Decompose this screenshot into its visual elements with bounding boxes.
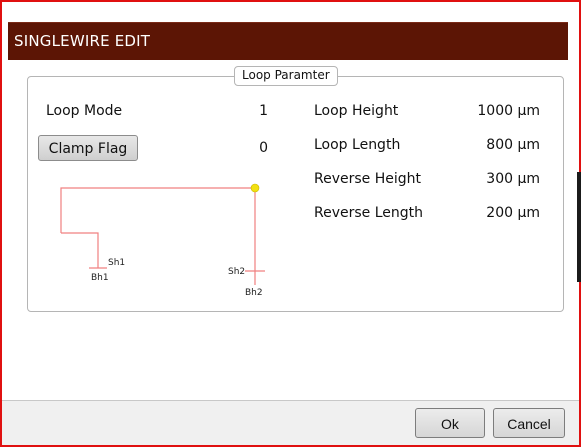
loop-length-label: Loop Length xyxy=(314,137,401,153)
loop-mode-label: Loop Mode xyxy=(46,103,123,119)
title-bar[interactable]: SINGLEWIRE EDIT xyxy=(8,22,568,60)
loop-height-label: Loop Height xyxy=(314,103,399,119)
wire-loop-path xyxy=(60,187,256,271)
reverse-length-value: 200 μm xyxy=(486,205,540,221)
bh1-label: Bh1 xyxy=(91,273,109,283)
clamp-flag-button[interactable]: Clamp Flag xyxy=(38,135,138,161)
wire-lead-path xyxy=(61,232,99,268)
loop-length-value: 800 μm xyxy=(486,137,540,153)
loop-diagram: Sh1 Bh1 Sh2 Bh2 xyxy=(60,183,265,298)
loop-height-value: 1000 μm xyxy=(477,103,540,119)
sh2-label: Sh2 xyxy=(228,267,245,277)
dialog-title: SINGLEWIRE EDIT xyxy=(14,32,151,50)
cancel-button[interactable]: Cancel xyxy=(493,408,565,438)
bh2-label: Bh2 xyxy=(245,288,263,298)
wire-node xyxy=(250,183,260,193)
group-title: Loop Paramter xyxy=(234,66,338,86)
edge-scroll-handle[interactable] xyxy=(577,172,581,282)
sh1-label: Sh1 xyxy=(108,258,125,268)
ok-button[interactable]: Ok xyxy=(415,408,485,438)
reverse-length-label: Reverse Length xyxy=(314,205,424,221)
reverse-height-label: Reverse Height xyxy=(314,171,422,187)
loop-mode-value: 1 xyxy=(259,103,268,119)
reverse-height-value: 300 μm xyxy=(486,171,540,187)
clamp-flag-value: 0 xyxy=(259,140,268,156)
